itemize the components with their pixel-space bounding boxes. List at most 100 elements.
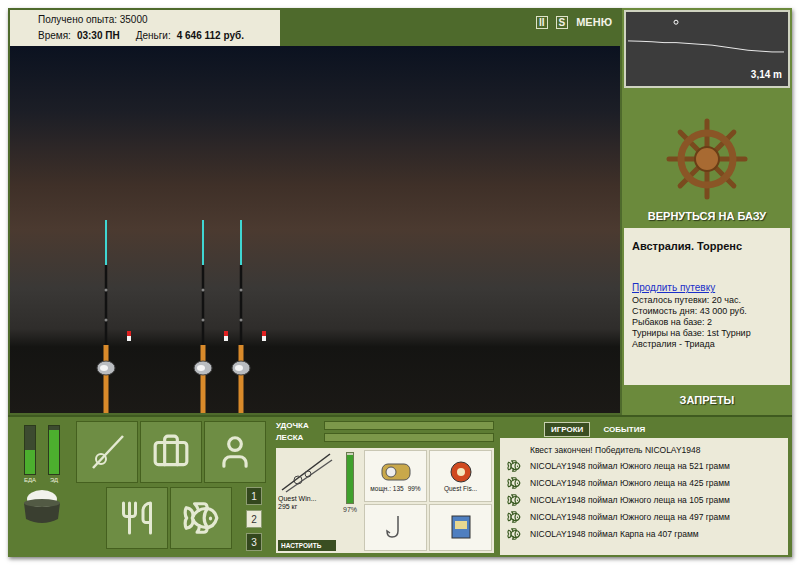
rod-icon [87,432,127,472]
message-text: NICOLAY1948 поймал Южного леща на 497 гр… [530,512,730,522]
scene-column: Получено опыта: 35000Время:03:30 ПНДеньг… [8,8,622,415]
message-marker [504,459,524,473]
base-detail: Осталось путевки: 20 час. [632,295,784,306]
bans-button[interactable]: ЗАПРЕТЫ [622,385,792,415]
header-button[interactable]: S [556,16,569,29]
message-marker [504,510,524,524]
need-label: ЭД [50,477,58,483]
money-value: 4 646 112 руб. [177,30,244,41]
fisherman-tile[interactable] [204,421,266,483]
base-detail: Рыбаков на базе: 2 [632,317,784,328]
condition-text: 97% [343,506,357,513]
tackle-area: УДОЧКА ЛЕСКА Quest Win...295 кгНАСТРОИТЬ 97… [272,417,498,557]
tension-track [324,421,494,430]
page-button[interactable]: 2 [246,510,262,528]
page-button[interactable]: 3 [246,533,262,551]
rods-tile[interactable] [76,421,138,483]
condition-fill [347,455,353,504]
fish-icon [507,527,521,541]
need-meter: ЭД [48,425,60,483]
tension-label: УДОЧКА [276,421,320,430]
need-fill [25,450,35,474]
header-button[interactable]: МЕНЮ [576,16,612,29]
fish-tile[interactable] [170,487,232,549]
rod-card[interactable]: Quest Win...295 кгНАСТРОИТЬ [278,450,336,551]
base-detail: Стоимость дня: 43 000 руб. [632,306,784,317]
location-title: Австралия. Торренс [632,240,784,252]
tackle-grid: мощн.: 135 99% Quest Fis... [364,450,492,551]
food-tile[interactable] [106,487,168,549]
rod-thumbnail-icon [278,450,334,494]
fish-icon [507,510,521,524]
money-label: Деньги: [136,30,171,41]
need-label: ЕДА [24,477,36,483]
tension-row: ЛЕСКА [276,433,494,442]
fish-icon [507,459,521,473]
experience-text: Получено опыта: 35000 [38,14,148,25]
message-marker [504,476,524,490]
message-text: NICOLAY1948 поймал Карпа на 407 грамм [530,529,699,539]
need-track [24,425,36,475]
message-marker [504,493,524,507]
reel-icon [379,460,413,484]
side-panel: 3,14 m ВЕРНУТЬСЯ НА БАЗУ Австралия. Торрен… [622,8,792,415]
message-marker [504,527,524,541]
return-to-base-button[interactable]: ВЕРНУТЬСЯ НА БАЗУ [648,210,766,222]
fishing-rod-icon[interactable] [229,220,269,413]
need-meter: ЕДА [24,425,36,483]
reel-meta: мощн.: 135 99% [370,485,420,492]
need-track [48,425,60,475]
food-pot-icon[interactable] [19,487,65,527]
extend-trip-link[interactable]: Продлить путевку [632,282,784,293]
chat-tabs: ИГРОКИ СОБЫТИЯ [500,420,788,438]
reel-condition: 99% [408,485,421,492]
fishing-rod-icon[interactable] [94,220,134,413]
message-text: NICOLAY1948 поймал Южного леща на 105 гр… [530,495,730,505]
chat-message: Квест закончен! Победитель NICOLAY1948 [504,443,784,456]
bait-tile[interactable] [429,504,492,552]
tune-button[interactable]: НАСТРОИТЬ [278,540,336,551]
top-section: Получено опыта: 35000Время:03:30 ПНДеньг… [8,8,792,415]
base-detail: Турниры на базе: 1st Турнир Австралия - … [632,328,784,350]
knife-fork-icon [119,500,155,536]
control-panel: ЕДА ЭД 1 2 3 УДОЧКА ЛЕСКА Quest Win...295 кгНАС… [8,415,792,557]
fish-icon [507,476,521,490]
experience-row: Получено опыта: 35000 [38,14,274,25]
tackle-box-icon [152,433,190,471]
bait-pack-icon [447,513,475,541]
tackle-box-tile[interactable] [140,421,202,483]
line-spool-icon [447,460,475,484]
depth-panel: 3,14 m [624,10,790,88]
header-button[interactable]: II [536,16,548,29]
tension-track [324,433,494,442]
reel-tile[interactable]: мощн.: 135 99% [364,450,427,502]
page-button[interactable]: 1 [246,487,262,505]
message-text: NICOLAY1948 поймал Южного леща на 425 гр… [530,478,730,488]
game-window: Получено опыта: 35000Время:03:30 ПНДеньг… [0,0,800,567]
tension-row: УДОЧКА [276,421,494,430]
base-logo-area: ВЕРНУТЬСЯ НА БАЗУ [622,88,792,228]
fish-icon [182,499,220,537]
line-name: Quest Fis... [444,485,477,492]
tension-label: ЛЕСКА [276,433,320,442]
action-icons: 1 2 3 [74,417,272,557]
icon-row: 1 2 3 [76,487,270,551]
chat-tab[interactable]: СОБЫТИЯ [596,422,652,437]
base-info: Австралия. Торренс Продлить путевку Остало… [624,228,790,385]
ship-wheel-logo-icon[interactable] [666,118,748,200]
game-frame: Получено опыта: 35000Время:03:30 ПНДеньг… [8,8,792,557]
hook-icon [382,513,410,541]
chat-list: Квест закончен! Победитель NICOLAY1948 NI… [500,438,788,555]
chat-message: NICOLAY1948 поймал Южного леща на 425 гр… [504,476,784,490]
fishing-scene[interactable] [10,46,620,413]
tackle-panel: Quest Win...295 кгНАСТРОИТЬ 97% мощн.: 135… [276,448,494,553]
needs-meters: ЕДА ЭД [24,425,60,483]
reel-power: мощн.: 135 [370,485,403,492]
fish-icon [507,493,521,507]
line-tile[interactable]: Quest Fis... [429,450,492,502]
hook-tile[interactable] [364,504,427,552]
status-row: Время:03:30 ПНДеньги:4 646 112 руб. [38,30,274,41]
fishing-rod-icon[interactable] [191,220,231,413]
chat-message: NICOLAY1948 поймал Южного леща на 521 гр… [504,459,784,473]
chat-tab[interactable]: ИГРОКИ [544,422,590,437]
